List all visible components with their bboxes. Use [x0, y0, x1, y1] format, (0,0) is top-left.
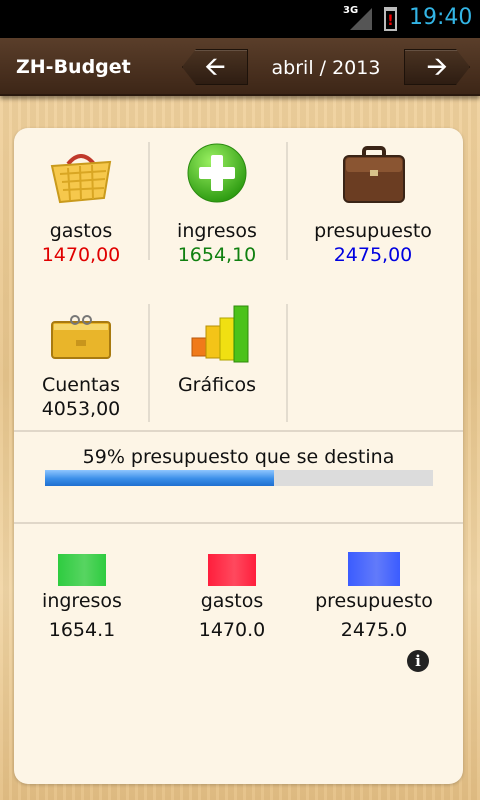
clock: 19:40 — [409, 5, 473, 30]
status-bar: 3G ! 19:40 — [0, 0, 480, 38]
arrow-left-icon: 🡨 — [204, 52, 226, 82]
app-title: ZH-Budget — [16, 56, 131, 78]
legend-swatch-ingresos — [58, 554, 106, 586]
legend-value: 1470.0 — [198, 619, 266, 641]
arrow-right-icon: 🡪 — [426, 52, 448, 82]
signal-icon — [350, 8, 372, 30]
legend-label: gastos — [200, 590, 264, 612]
action-bar: ZH-Budget 🡨 abril / 2013 🡪 — [0, 38, 480, 96]
legend-swatch-gastos — [208, 554, 256, 586]
previous-month-button[interactable]: 🡨 — [182, 49, 248, 85]
legend-item-gastos: gastos 1470.0 — [162, 128, 302, 668]
next-month-button[interactable]: 🡪 — [404, 49, 470, 85]
battery-icon: ! — [384, 7, 397, 31]
legend-value: 2475.0 — [340, 619, 408, 641]
legend-label: presupuesto — [315, 590, 433, 612]
legend-value: 1654.1 — [48, 619, 116, 641]
period-label: abril / 2013 — [271, 57, 381, 79]
main-card: gastos 1470,00 ingresos 1654,10 presupue… — [14, 128, 463, 784]
legend-item-presupuesto: presupuesto 2475.0 — [304, 128, 444, 668]
legend-swatch-presupuesto — [348, 552, 400, 586]
legend-label: ingresos — [42, 590, 122, 612]
info-icon[interactable]: i — [407, 650, 429, 672]
legend-item-ingresos: ingresos 1654.1 — [12, 128, 152, 668]
